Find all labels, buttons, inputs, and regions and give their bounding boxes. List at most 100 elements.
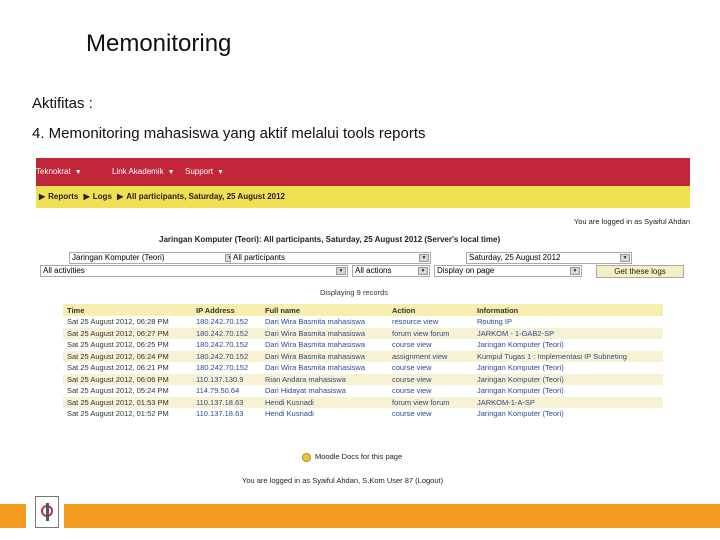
log-table: Time IP Address Full name Action Informa… [63, 304, 663, 420]
cell-information[interactable]: Routing IP [473, 316, 663, 328]
menu-item-label: Teknokrat [36, 167, 71, 176]
cell-time: Sat 25 August 2012, 01:53 PM [63, 396, 192, 408]
login-info-bottom: You are logged in as Syaiful Ahdan, S.Ko… [242, 476, 444, 485]
table-row: Sat 25 August 2012, 06:06 PM 110.137.130… [63, 373, 663, 385]
cell-information[interactable]: Jaringan Komputer (Teori) [473, 373, 663, 385]
record-count: Displaying 9 records [320, 288, 388, 297]
cell-action[interactable]: forum view forum [388, 396, 473, 408]
table-row: Sat 25 August 2012, 06:24 PM 180.242.70.… [63, 350, 663, 362]
login-info-top: You are logged in as Syaiful Ahdan [573, 217, 690, 226]
log-table-header: Time IP Address Full name Action Informa… [63, 304, 663, 316]
menu-item-teknokrat[interactable]: Teknokrat ▼ [36, 167, 82, 176]
table-row: Sat 25 August 2012, 06:25 PM 180.242.70.… [63, 339, 663, 351]
date-select[interactable]: Saturday, 25 August 2012 ▼ [466, 252, 632, 264]
cell-time: Sat 25 August 2012, 01:52 PM [63, 408, 192, 420]
cell-time: Sat 25 August 2012, 06:28 PM [63, 316, 192, 328]
participants-select[interactable]: All participants ▼ [230, 252, 431, 264]
cell-fullname[interactable]: Dari Hidayat mahasiswa [261, 385, 388, 397]
cell-ip[interactable]: 110.137.18.63 [192, 408, 261, 420]
cell-time: Sat 25 August 2012, 06:24 PM [63, 350, 192, 362]
cell-ip[interactable]: 180.242.70.152 [192, 362, 261, 374]
get-logs-button[interactable]: Get these logs [596, 265, 684, 278]
table-row: Sat 25 August 2012, 01:52 PM 110.137.18.… [63, 408, 663, 420]
column-header-fullname[interactable]: Full name [261, 304, 388, 316]
cell-ip[interactable]: 110.137.18.63 [192, 396, 261, 408]
column-header-ip[interactable]: IP Address [192, 304, 261, 316]
table-row: Sat 25 August 2012, 06:27 PM 180.242.70.… [63, 327, 663, 339]
slide-subtitle: Aktifitas : [32, 95, 93, 112]
cell-action[interactable]: assignment view [388, 350, 473, 362]
cell-fullname[interactable]: Dari Wira Basmita mahasiswa [261, 339, 388, 351]
activities-select-value: All activities [43, 266, 85, 275]
breadcrumb-arrow-icon: ▶ [39, 192, 46, 201]
column-header-information[interactable]: Information [473, 304, 663, 316]
menu-item-support[interactable]: Support ▼ [185, 167, 224, 176]
cell-action[interactable]: forum view forum [388, 327, 473, 339]
table-row: Sat 25 August 2012, 06:28 PM 180.242.70.… [63, 316, 663, 328]
cell-information[interactable]: Jaringan Komputer (Teori) [473, 362, 663, 374]
cell-fullname[interactable]: Hendi Kusnadi [261, 408, 388, 420]
cell-action[interactable]: resource view [388, 316, 473, 328]
cell-fullname[interactable]: Dari Wira Basmita mahasiswa [261, 316, 388, 328]
cell-ip[interactable]: 180.242.70.152 [192, 327, 261, 339]
slide-title: Memonitoring [86, 30, 232, 57]
display-select-value: Display on page [437, 266, 495, 275]
cell-ip[interactable]: 180.242.70.152 [192, 350, 261, 362]
cell-action[interactable]: course view [388, 339, 473, 351]
breadcrumb-current: All participants, Saturday, 25 August 20… [126, 192, 285, 201]
course-select-value: Jaringan Komputer (Teori) [72, 253, 165, 262]
cell-time: Sat 25 August 2012, 06:06 PM [63, 373, 192, 385]
actions-select[interactable]: All actions ▼ [352, 265, 430, 277]
breadcrumb: ▶ Reports ▶ Logs ▶ All participants, Saturd… [36, 192, 285, 201]
cell-ip[interactable]: 180.242.70.152 [192, 316, 261, 328]
dropdown-arrow-icon: ▼ [336, 267, 346, 275]
cell-information[interactable]: Kumpul Tugas 1 : Implementasi IP Subneti… [473, 350, 663, 362]
breadcrumb-arrow-icon: ▶ [117, 192, 124, 201]
column-header-action[interactable]: Action [388, 304, 473, 316]
cell-information[interactable]: Jaringan Komputer (Teori) [473, 408, 663, 420]
cell-action[interactable]: course view [388, 385, 473, 397]
cell-information[interactable]: JARKOM-1-A-SP [473, 396, 663, 408]
cell-action[interactable]: course view [388, 373, 473, 385]
column-header-time[interactable]: Time [63, 304, 192, 316]
display-select[interactable]: Display on page ▼ [434, 265, 582, 277]
cell-fullname[interactable]: Dari Wira Basmita mahasiswa [261, 350, 388, 362]
institution-logo [35, 496, 59, 528]
cell-fullname[interactable]: Rian Andara mahasiswa [261, 373, 388, 385]
cell-ip[interactable]: 114.79.50.64 [192, 385, 261, 397]
participants-select-value: All participants [233, 253, 286, 262]
breadcrumb-logs[interactable]: Logs [93, 192, 112, 201]
breadcrumb-arrow-icon: ▶ [83, 192, 90, 201]
cell-fullname[interactable]: Dari Wira Basmita mahasiswa [261, 327, 388, 339]
course-select[interactable]: Jaringan Komputer (Teori)▼ [69, 252, 237, 264]
menu-item-label: Link Akademik [112, 167, 164, 176]
cell-time: Sat 25 August 2012, 06:27 PM [63, 327, 192, 339]
slide-description: 4. Memonitoring mahasiswa yang aktif mel… [32, 125, 426, 142]
cell-ip[interactable]: 110.137.130.9 [192, 373, 261, 385]
cell-action[interactable]: course view [388, 362, 473, 374]
chevron-down-icon: ▼ [74, 169, 82, 176]
menu-item-label: Support [185, 167, 214, 176]
breadcrumb-reports[interactable]: Reports [48, 192, 78, 201]
top-menu-bar: Teknokrat ▼ Link Akademik ▼ Support ▼ [36, 158, 690, 186]
table-row: Sat 25 August 2012, 05:24 PM 114.79.50.6… [63, 385, 663, 397]
footer-bar [0, 504, 720, 528]
breadcrumb-bar: ▶ Reports ▶ Logs ▶ All participants, Saturd… [36, 186, 690, 208]
cell-fullname[interactable]: Dari Wira Basmita mahasiswa [261, 362, 388, 374]
cell-fullname[interactable]: Hendi Kusnadi [261, 396, 388, 408]
activities-select[interactable]: All activities ▼ [40, 265, 348, 277]
moodle-screenshot: Teknokrat ▼ Link Akademik ▼ Support ▼ ▶ Repo… [36, 158, 690, 492]
cell-ip[interactable]: 180.242.70.152 [192, 339, 261, 351]
moodle-docs-link[interactable]: Moodle Docs for this page [302, 452, 402, 462]
date-select-value: Saturday, 25 August 2012 [469, 253, 561, 262]
help-icon [302, 452, 311, 462]
cell-information[interactable]: Jaringan Komputer (Teori) [473, 339, 663, 351]
menu-item-link-akademik[interactable]: Link Akademik ▼ [112, 167, 175, 176]
cell-time: Sat 25 August 2012, 05:24 PM [63, 385, 192, 397]
logo-torch-icon [46, 503, 49, 521]
moodle-docs-label: Moodle Docs for this page [315, 452, 403, 461]
cell-information[interactable]: JARKOM - 1-GAB2-SP [473, 327, 663, 339]
cell-information[interactable]: Jaringan Komputer (Teori) [473, 385, 663, 397]
cell-action[interactable]: course view [388, 408, 473, 420]
dropdown-arrow-icon: ▼ [419, 254, 429, 262]
